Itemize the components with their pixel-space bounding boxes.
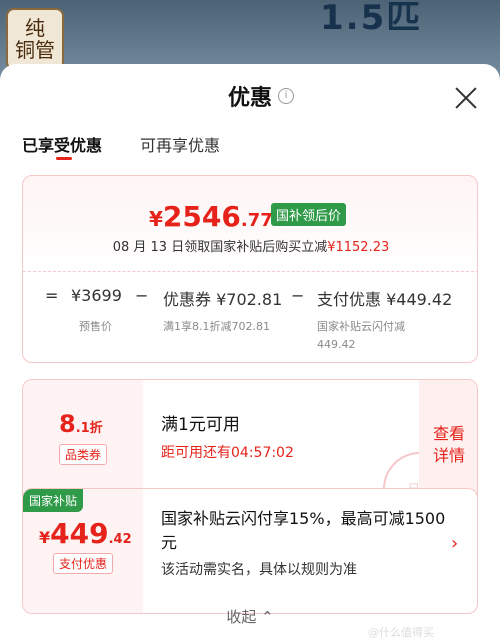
coupon-detail: 满1享8.1折减702.81: [163, 320, 270, 333]
final-price-decimal: .77: [240, 210, 273, 231]
subsidy-subtitle-amount: ¥1152.23: [327, 240, 390, 255]
final-price: ¥2546.77: [149, 200, 273, 233]
presale-amount: ¥3699: [71, 286, 122, 305]
equals-sign: =: [45, 286, 59, 305]
payment-type-tag: 支付优惠: [53, 553, 114, 574]
divider: [23, 271, 477, 272]
payment-amount-int: 449: [50, 517, 109, 550]
coupon-discount-small: .1折: [75, 421, 103, 436]
payment-title: 国家补贴云闪付享15%，最高可减1500元: [161, 509, 446, 552]
payment-discount-card[interactable]: 国家补贴 ¥449.42 支付优惠 国家补贴云闪付享15%，最高可减1500元 …: [22, 488, 478, 614]
chevron-right-icon[interactable]: ›: [451, 533, 458, 554]
active-tab-indicator: [56, 157, 72, 160]
coupon-countdown: 距可用还有04:57:02: [161, 445, 294, 461]
payment-amount-dec: .42: [108, 532, 132, 547]
payment-currency: ¥: [39, 528, 51, 547]
subsidy-price-badge: 国补领后价: [271, 203, 347, 226]
coupon-discount: 8.1折: [59, 410, 103, 438]
payment-detail-line2: 449.42: [317, 338, 356, 351]
subsidy-subtitle-text: 08 月 13 日领取国家补贴后购买立减: [112, 240, 328, 255]
sheet-title: 优惠: [227, 86, 272, 111]
coupon-discount-int: 8: [59, 410, 76, 438]
coupon-title: 满1元可用: [161, 415, 240, 435]
discount-sheet: 优惠 i 已享受优惠 可再享优惠 ¥2546.77 国补领后价 08 月 13 …: [0, 64, 500, 644]
coupon-amount: 优惠券 ¥702.81: [163, 290, 283, 309]
minus-sign: −: [135, 286, 149, 305]
close-icon[interactable]: [452, 84, 480, 112]
payment-discount-amount: ¥449.42: [39, 517, 132, 550]
info-icon[interactable]: i: [278, 88, 294, 104]
subsidy-subtitle: 08 月 13 日领取国家补贴后购买立减¥1152.23: [23, 236, 477, 255]
watermark: @什么值得买: [368, 626, 434, 639]
coupon-type-tag: 品类券: [59, 444, 108, 465]
payment-description: 该活动需实名，具体以规则为准: [161, 562, 357, 578]
presale-label: 预售价: [79, 320, 112, 333]
payment-detail: 国家补贴云闪付减 449.42: [317, 318, 405, 354]
tab-more-discounts[interactable]: 可再享优惠: [140, 132, 220, 156]
payment-detail-line1: 国家补贴云闪付减: [317, 320, 405, 333]
payment-amount: 支付优惠 ¥449.42: [317, 290, 453, 309]
final-price-currency: ¥: [149, 207, 163, 231]
view-details-label: 查看详情: [432, 424, 465, 465]
brand-logo: 纯 铜管: [6, 8, 64, 70]
banner-text: 1.5匹: [320, 0, 423, 38]
brand-logo-line2: 铜管: [15, 38, 55, 62]
minus-sign: −: [291, 286, 305, 305]
tab-enjoyed-discounts[interactable]: 已享受优惠: [22, 132, 102, 156]
national-subsidy-badge: 国家补贴: [23, 489, 84, 512]
brand-logo-line1: 纯: [25, 16, 45, 40]
price-summary-card: ¥2546.77 国补领后价 08 月 13 日领取国家补贴后购买立减¥1152…: [22, 175, 478, 363]
final-price-integer: 2546: [162, 200, 241, 233]
